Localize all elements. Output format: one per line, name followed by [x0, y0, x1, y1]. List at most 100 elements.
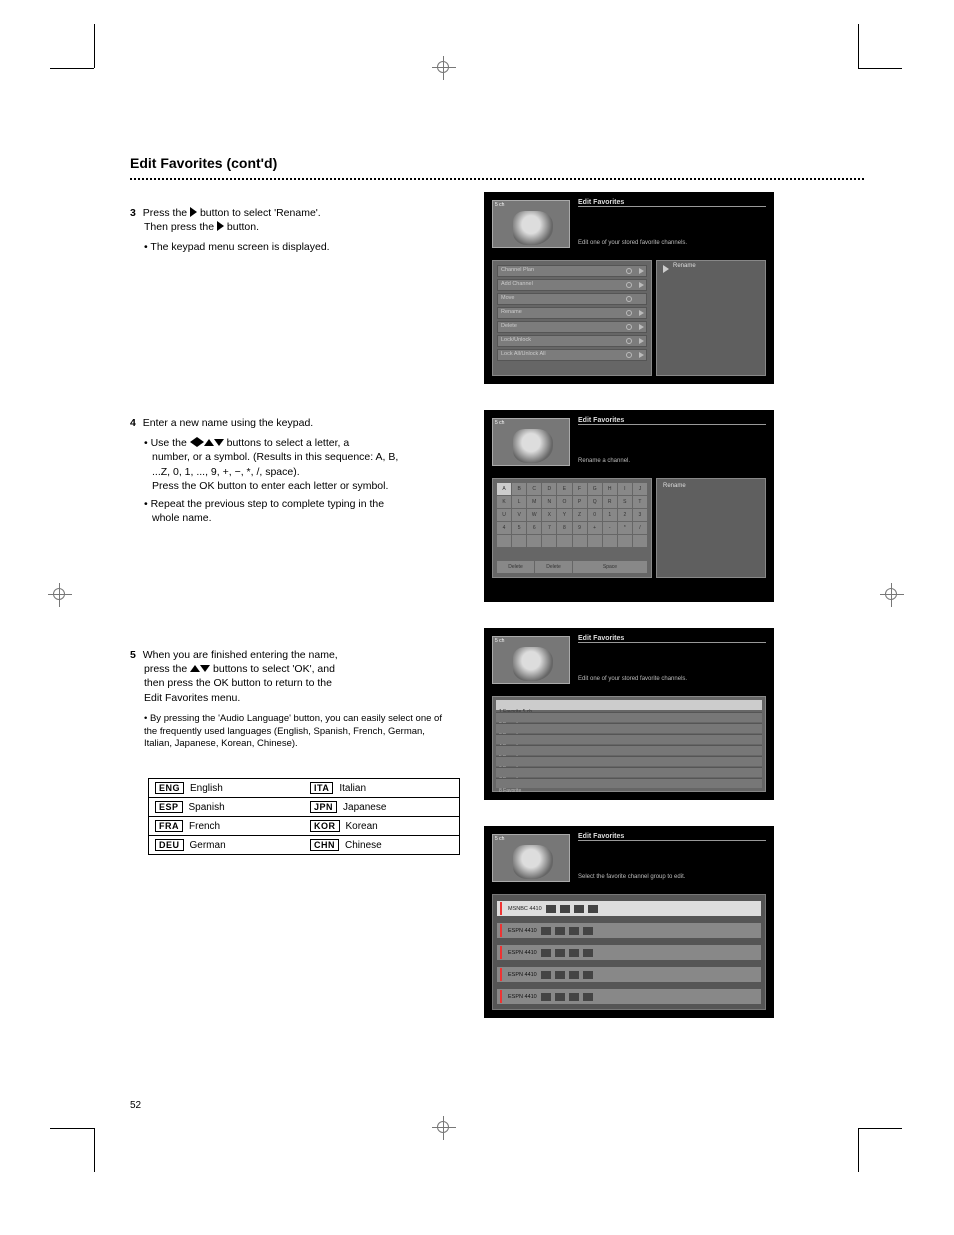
keypad-key: [588, 535, 602, 547]
keypad-key: B: [512, 483, 526, 495]
panel-subtitle: Edit one of your stored favorite channel…: [578, 676, 687, 682]
osd-screenshot-2: Edit Favorites Rename a channel. ABCDEFG…: [484, 410, 774, 602]
panel-subtitle: Edit one of your stored favorite channel…: [578, 240, 687, 246]
keypad-key: M: [527, 496, 541, 508]
table-row: ESPSpanish JPNJapanese: [149, 798, 459, 817]
keypad-key: [618, 535, 632, 547]
keypad-key: [512, 535, 526, 547]
keypad-key: R: [603, 496, 617, 508]
up-arrow-icon: [204, 439, 214, 446]
preview-thumbnail: [492, 636, 570, 684]
keypad-key: +: [588, 522, 602, 534]
panel-title: Edit Favorites: [578, 199, 624, 206]
text: whole name.: [152, 511, 460, 525]
preview-thumbnail: [492, 418, 570, 466]
keypad-key: C: [527, 483, 541, 495]
keypad-key: J: [633, 483, 647, 495]
keypad-key: 8: [557, 522, 571, 534]
text: then press the OK button to return to th…: [144, 676, 460, 690]
keypad-key: [633, 535, 647, 547]
osd-screenshot-3: Edit Favorites Edit one of your stored f…: [484, 628, 774, 800]
keypad-key: 9: [573, 522, 587, 534]
language-table: ENGEnglish ITAItalian ESPSpanish JPNJapa…: [148, 778, 460, 855]
keypad-key: [557, 535, 571, 547]
lang-chip: JPN: [310, 801, 337, 813]
keypad-key: 1: [603, 509, 617, 521]
text: Press the: [143, 207, 190, 219]
lang-name: Italian: [339, 783, 366, 794]
keypad-key: 3: [633, 509, 647, 521]
keypad-key: A: [497, 483, 511, 495]
step-4: 4 Enter a new name using the keypad. • U…: [130, 416, 460, 525]
keypad-key: S: [618, 496, 632, 508]
divider: [130, 178, 864, 180]
keypad-key: Y: [557, 509, 571, 521]
keypad-key: 0: [588, 509, 602, 521]
keypad-key: Z: [573, 509, 587, 521]
lang-chip: DEU: [155, 839, 184, 851]
keypad-key: L: [512, 496, 526, 508]
right-arrow-icon: [217, 221, 224, 231]
keypad-key: *: [618, 522, 632, 534]
lang-chip: ENG: [155, 782, 184, 794]
step-number: 5: [130, 649, 136, 661]
keypad-key: D: [542, 483, 556, 495]
text: buttons to select a letter, a: [227, 437, 350, 449]
lang-name: Korean: [346, 821, 378, 832]
keypad-key: K: [497, 496, 511, 508]
preview-thumbnail: [492, 834, 570, 882]
preview-thumbnail: [492, 200, 570, 248]
keypad-key: V: [512, 509, 526, 521]
panel-title: Edit Favorites: [578, 833, 624, 840]
keypad-key: 7: [542, 522, 556, 534]
lang-name: French: [189, 821, 220, 832]
keypad-key: [603, 535, 617, 547]
text: buttons to select 'OK', and: [213, 663, 335, 675]
key: Delete: [497, 561, 534, 573]
panel-title: Edit Favorites: [578, 417, 624, 424]
text: When you are finished entering the name,: [143, 649, 338, 661]
keypad-key: 6: [527, 522, 541, 534]
keypad-key: 4: [497, 522, 511, 534]
keypad-key: U: [497, 509, 511, 521]
text: button.: [227, 221, 259, 233]
panel-subtitle: Select the favorite channel group to edi…: [578, 874, 685, 880]
panel-title: Edit Favorites: [578, 635, 624, 642]
keypad-key: G: [588, 483, 602, 495]
text: Edit Favorites menu.: [144, 691, 460, 705]
step-number: 3: [130, 207, 136, 219]
key: Space: [573, 561, 647, 573]
osd-screenshot-1: Edit Favorites Edit one of your stored f…: [484, 192, 774, 384]
step-3: 3 Press the button to select 'Rename'. T…: [130, 206, 460, 255]
page-number: 52: [130, 1100, 141, 1111]
lang-name: Spanish: [189, 802, 225, 813]
lang-chip: KOR: [310, 820, 340, 832]
keypad-key: T: [633, 496, 647, 508]
keypad-key: [527, 535, 541, 547]
keypad-key: E: [557, 483, 571, 495]
keypad-key: [542, 535, 556, 547]
step-number: 4: [130, 417, 136, 429]
text: Use the: [151, 437, 190, 449]
lang-name: German: [190, 840, 226, 851]
keypad-key: H: [603, 483, 617, 495]
text: ...Z, 0, 1, ..., 9, +, −, *, /, space).: [152, 465, 460, 479]
right-arrow-icon: [197, 437, 204, 447]
keypad-key: X: [542, 509, 556, 521]
keypad-key: I: [618, 483, 632, 495]
osd-screenshot-4: Edit Favorites Select the favorite chann…: [484, 826, 774, 1018]
keypad-key: [497, 535, 511, 547]
keypad-key: O: [557, 496, 571, 508]
keypad-key: -: [603, 522, 617, 534]
text: The keypad menu screen is displayed.: [150, 241, 329, 253]
lang-chip: ITA: [310, 782, 333, 794]
text: press the: [144, 663, 190, 675]
down-arrow-icon: [200, 665, 210, 672]
text: button to select 'Rename'.: [200, 207, 321, 219]
text: number, or a symbol. (Results in this se…: [152, 450, 460, 464]
lang-chip: FRA: [155, 820, 183, 832]
lang-name: Japanese: [343, 802, 386, 813]
keypad-key: N: [542, 496, 556, 508]
keypad-key: W: [527, 509, 541, 521]
section-title: Edit Favorites (cont'd): [130, 155, 277, 171]
